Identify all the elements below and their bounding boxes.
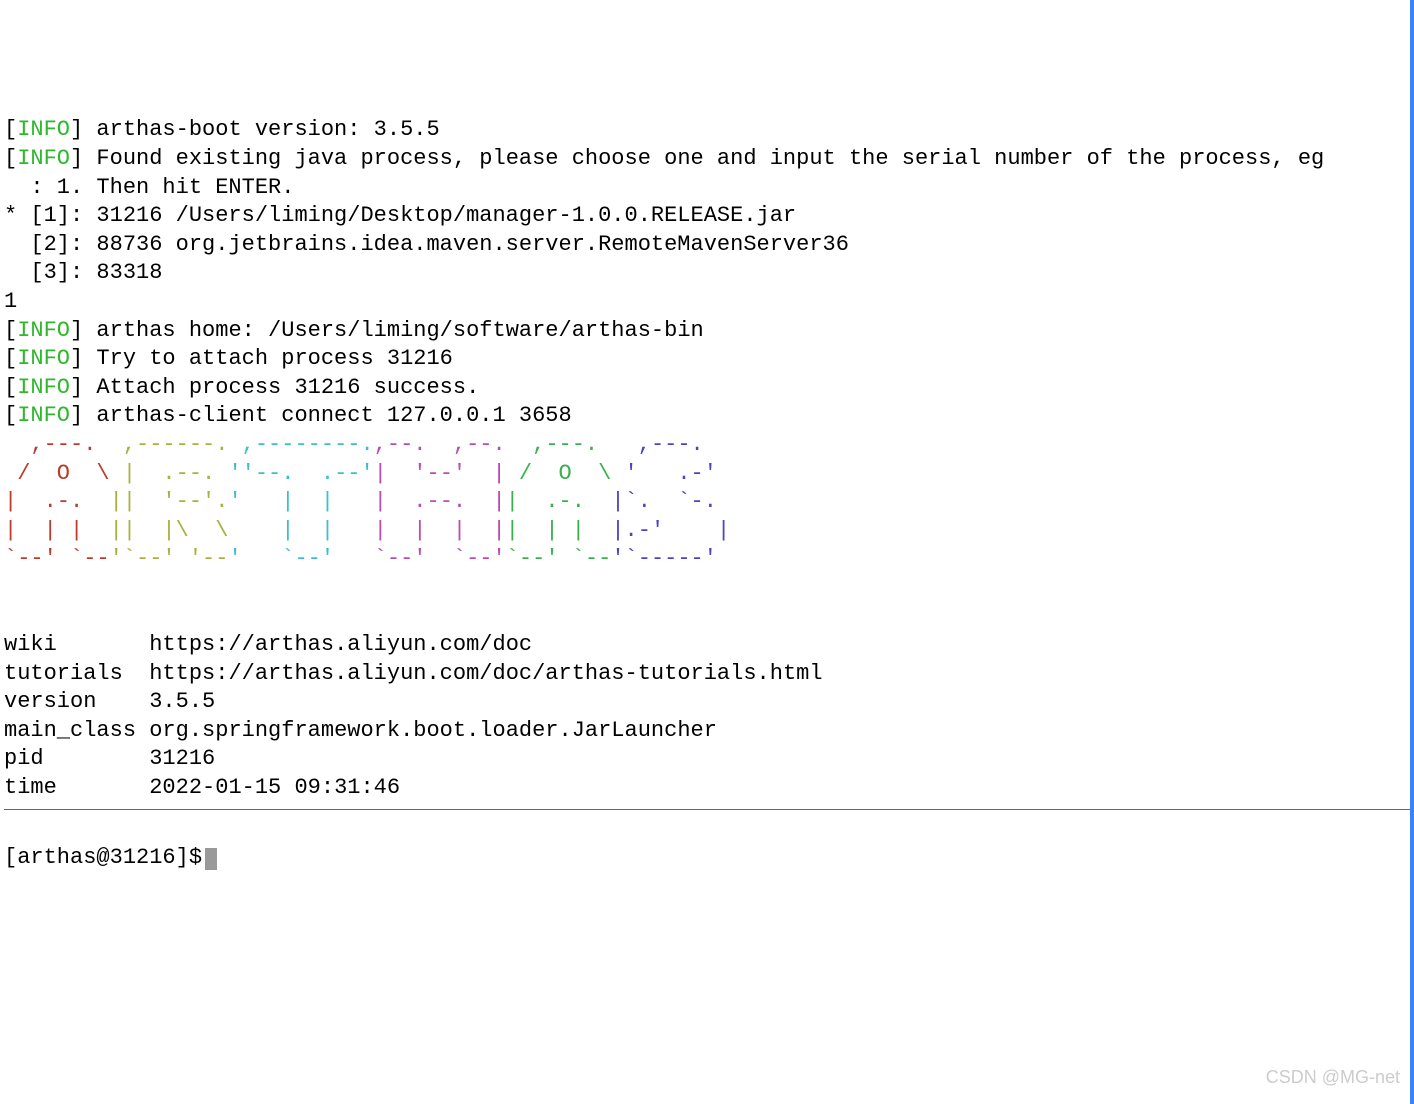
process-option: [2]: 88736 org.jetbrains.idea.maven.serv… <box>4 232 849 257</box>
user-input: 1 <box>4 289 17 314</box>
terminal-output[interactable]: [INFO] arthas-boot version: 3.5.5 [INFO]… <box>4 116 1410 872</box>
process-option: * [1]: 31216 /Users/liming/Desktop/manag… <box>4 203 796 228</box>
tutorials-label: tutorials <box>4 661 123 686</box>
info-tag: INFO <box>17 375 70 400</box>
info-tag: INFO <box>17 146 70 171</box>
main-class-value: org.springframework.boot.loader.JarLaunc… <box>149 718 717 743</box>
process-option: [3]: 83318 <box>4 260 162 285</box>
log-line: [INFO] Try to attach process 31216 <box>4 346 453 371</box>
arthas-ascii-logo: ,---. ,------. ,--------.,--. ,--. ,---.… <box>4 431 1410 574</box>
pid-value: 31216 <box>149 746 215 771</box>
log-line: [INFO] Attach process 31216 success. <box>4 375 479 400</box>
time-value: 2022-01-15 09:31:46 <box>149 775 400 800</box>
pid-label: pid <box>4 746 44 771</box>
wiki-value: https://arthas.aliyun.com/doc <box>149 632 532 657</box>
prompt[interactable]: [arthas@31216]$ <box>4 845 202 870</box>
info-tag: INFO <box>17 403 70 428</box>
info-tag: INFO <box>17 346 70 371</box>
log-line: [INFO] arthas-boot version: 3.5.5 <box>4 117 440 142</box>
log-line: [INFO] Found existing java process, plea… <box>4 146 1324 171</box>
version-label: version <box>4 689 96 714</box>
detail-row: version 3.5.5 <box>4 689 215 714</box>
info-tag: INFO <box>17 318 70 343</box>
scrollbar[interactable] <box>1410 0 1414 1104</box>
log-line: : 1. Then hit ENTER. <box>4 175 294 200</box>
main-class-label: main_class <box>4 718 136 743</box>
time-label: time <box>4 775 57 800</box>
cursor <box>205 848 217 870</box>
detail-row: tutorials https://arthas.aliyun.com/doc/… <box>4 661 823 686</box>
info-tag: INFO <box>17 117 70 142</box>
watermark: CSDN @MG-net <box>1266 1066 1400 1089</box>
detail-row: pid 31216 <box>4 746 215 771</box>
detail-row: wiki https://arthas.aliyun.com/doc <box>4 632 532 657</box>
wiki-label: wiki <box>4 632 57 657</box>
log-line: [INFO] arthas home: /Users/liming/softwa… <box>4 318 704 343</box>
detail-row: time 2022-01-15 09:31:46 <box>4 775 400 800</box>
version-value: 3.5.5 <box>149 689 215 714</box>
log-line: [INFO] arthas-client connect 127.0.0.1 3… <box>4 403 572 428</box>
divider <box>4 809 1410 810</box>
detail-row: main_class org.springframework.boot.load… <box>4 718 717 743</box>
tutorials-value: https://arthas.aliyun.com/doc/arthas-tut… <box>149 661 822 686</box>
